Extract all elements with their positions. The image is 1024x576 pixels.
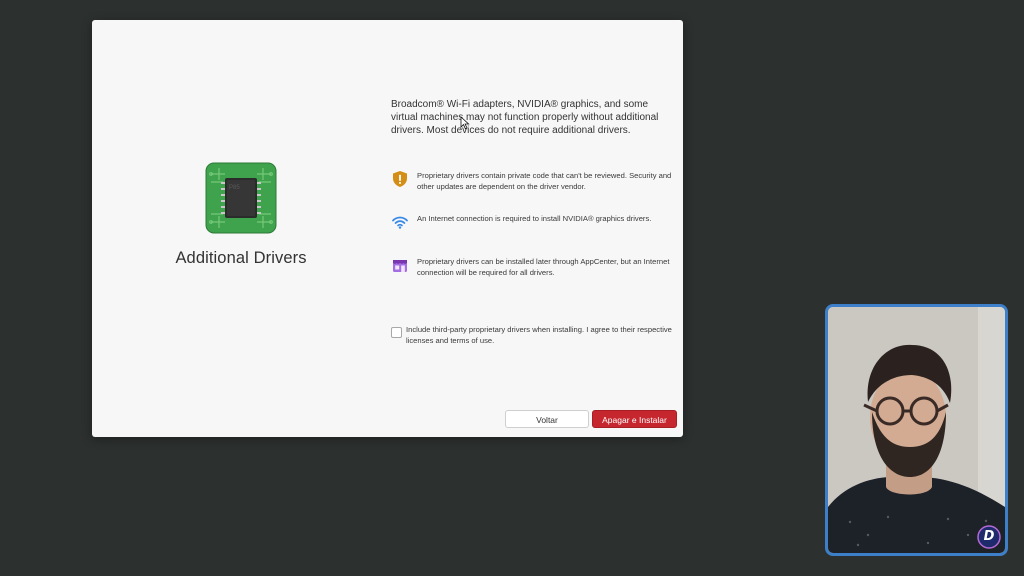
third-party-drivers-checkbox[interactable] [391, 327, 402, 338]
mouse-cursor-icon [460, 116, 470, 130]
installer-dialog: P85 Additional Drivers Broadcom® Wi-Fi a… [92, 20, 683, 437]
note-text: Proprietary drivers can be installed lat… [417, 257, 670, 277]
svg-text:P85: P85 [229, 185, 240, 191]
shield-warning-icon [393, 171, 407, 187]
erase-and-install-button[interactable]: Apagar e Instalar [592, 410, 677, 428]
note-text: An Internet connection is required to in… [417, 214, 652, 223]
appcenter-icon [393, 260, 407, 272]
webcam-video [828, 307, 1005, 553]
channel-logo-letter: D [983, 529, 995, 544]
chip-icon: P85 [205, 162, 277, 234]
page-title: Additional Drivers [175, 249, 307, 267]
intro-text: Broadcom® Wi-Fi adapters, NVIDIA® graphi… [391, 99, 659, 137]
content-panel: Broadcom® Wi-Fi adapters, NVIDIA® graphi… [391, 98, 673, 345]
third-party-drivers-label[interactable]: Include third-party proprietary drivers … [406, 325, 676, 346]
webcam-overlay: D [825, 304, 1008, 556]
back-button[interactable]: Voltar [505, 410, 589, 428]
wifi-icon [392, 216, 408, 229]
left-panel: P85 Additional Drivers [92, 20, 390, 437]
note-text: Proprietary drivers contain private code… [417, 171, 672, 191]
